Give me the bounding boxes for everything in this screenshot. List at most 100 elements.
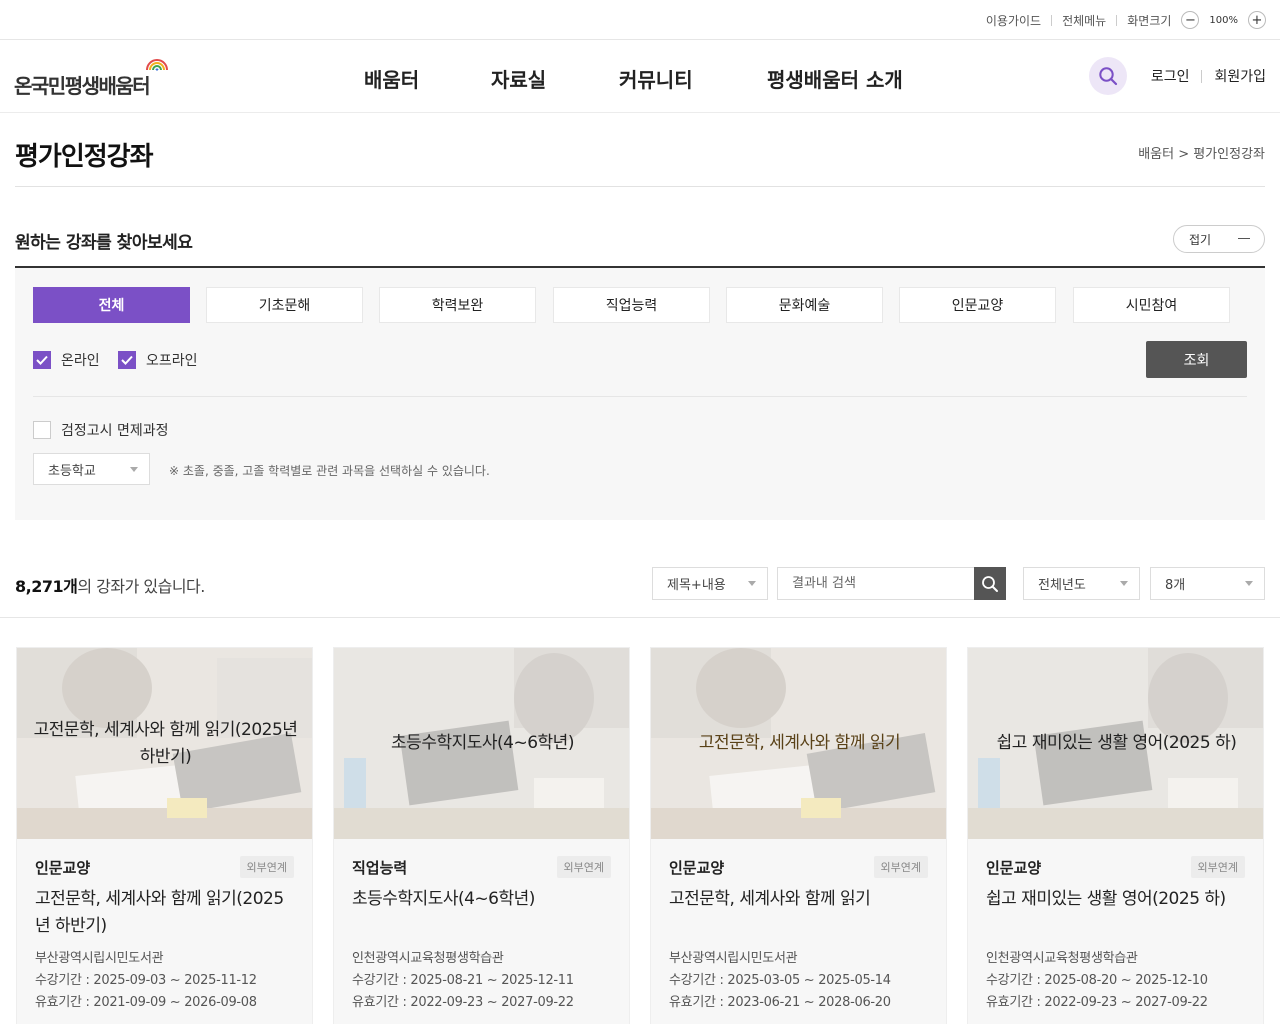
year-value: 전체년도 — [1038, 578, 1086, 593]
course-category: 인문교양 — [986, 859, 1042, 877]
tab-vocational[interactable]: 직업능력 — [553, 287, 710, 323]
course-title[interactable]: 고전문학, 세계사와 함께 읽기(2025년 하반기) — [35, 886, 292, 940]
checkbox-box[interactable] — [33, 351, 51, 369]
course-category: 직업능력 — [352, 859, 408, 877]
breadcrumb: 배움터 > 평가인정강좌 — [1138, 147, 1265, 162]
online-checkbox[interactable]: 온라인 — [33, 350, 100, 370]
per-page-select[interactable]: 8개 — [1150, 567, 1265, 600]
nav-item-community[interactable]: 커뮤니티 — [619, 64, 693, 93]
year-select[interactable]: 전체년도 — [1023, 567, 1140, 600]
guide-link[interactable]: 이용가이드 — [976, 12, 1051, 29]
zoom-out-button[interactable]: − — [1181, 11, 1200, 29]
tab-humanities[interactable]: 인문교양 — [899, 287, 1056, 323]
school-level-value: 초등학교 — [48, 463, 96, 479]
tab-culture-arts[interactable]: 문화예술 — [726, 287, 883, 323]
utility-links: 이용가이드 전체메뉴 화면크기 − 100% + — [976, 0, 1266, 40]
exam-exempt-label: 검정고시 면제과정 — [61, 423, 169, 439]
divider — [0, 617, 1280, 618]
signup-link[interactable]: 회원가입 — [1202, 66, 1266, 86]
nav-item-archive[interactable]: 자료실 — [491, 64, 546, 93]
course-title[interactable]: 쉽고 재미있는 생활 영어(2025 하) — [986, 886, 1243, 913]
course-card[interactable]: 초등수학지도사(4~6학년) 직업능력 외부연계 초등수학지도사(4~6학년) … — [333, 647, 630, 1024]
divider — [33, 396, 1247, 397]
header-search-button[interactable] — [1088, 57, 1127, 95]
external-badge: 외부연계 — [239, 856, 294, 878]
login-link[interactable]: 로그인 — [1139, 66, 1202, 86]
caret-down-icon — [130, 467, 138, 472]
course-thumbnail: 고전문학, 세계사와 함께 읽기 — [651, 648, 946, 839]
site-logo[interactable]: 온국민평생배움터 — [14, 56, 174, 98]
course-category: 인문교양 — [669, 859, 725, 877]
offline-checkbox[interactable]: 오프라인 — [118, 350, 198, 370]
collapse-button[interactable]: 접기 — [1173, 225, 1265, 253]
filter-search-button[interactable]: 조회 — [1146, 341, 1247, 378]
filter-panel: 전체 기초문해 학력보완 직업능력 문화예술 인문교양 시민참여 온라인 오프라… — [15, 266, 1265, 520]
course-card[interactable]: 쉽고 재미있는 생활 영어(2025 하) 인문교양 외부연계 쉽고 재미있는 … — [967, 647, 1264, 1024]
online-label: 온라인 — [61, 353, 100, 369]
zoom-level: 100% — [1209, 14, 1238, 26]
tab-civic[interactable]: 시민참여 — [1073, 287, 1230, 323]
nav-item-about[interactable]: 평생배움터 소개 — [767, 64, 903, 93]
thumbnail-title: 고전문학, 세계사와 함께 읽기 — [698, 733, 901, 754]
search-scope-select[interactable]: 제목+내용 — [652, 567, 768, 600]
rainbow-logo-icon — [146, 59, 168, 71]
course-card[interactable]: 고전문학, 세계사와 함께 읽기(2025년 하반기) 인문교양 외부연계 고전… — [16, 647, 313, 1024]
result-search-button[interactable] — [974, 567, 1006, 600]
tab-basic-literacy[interactable]: 기초문해 — [206, 287, 363, 323]
course-period: 수강기간 : 2025-03-05 ~ 2025-05-14 — [669, 973, 891, 988]
tab-academic[interactable]: 학력보완 — [379, 287, 536, 323]
caret-down-icon — [1120, 581, 1128, 586]
school-level-hint: ※ 초졸, 중졸, 고졸 학력별로 관련 과목을 선택하실 수 있습니다. — [169, 464, 490, 478]
checkbox-box[interactable] — [118, 351, 136, 369]
course-card[interactable]: 고전문학, 세계사와 함께 읽기 인문교양 외부연계 고전문학, 세계사와 함께… — [650, 647, 947, 1024]
minus-icon — [1238, 238, 1250, 239]
thumbnail-title: 초등수학지도사(4~6학년) — [391, 733, 574, 754]
course-title[interactable]: 고전문학, 세계사와 함께 읽기 — [669, 886, 926, 913]
result-search-input[interactable] — [777, 567, 975, 600]
result-count: 8,271개의 강좌가 있습니다. — [15, 573, 205, 597]
external-badge: 외부연계 — [556, 856, 611, 878]
course-thumbnail: 쉽고 재미있는 생활 영어(2025 하) — [968, 648, 1263, 839]
caret-down-icon — [1245, 581, 1253, 586]
course-thumbnail: 초등수학지도사(4~6학년) — [334, 648, 629, 839]
school-level-select[interactable]: 초등학교 — [33, 453, 150, 485]
utility-bar: 이용가이드 전체메뉴 화면크기 − 100% + — [0, 0, 1280, 40]
course-validity: 유효기간 : 2023-06-21 ~ 2028-06-20 — [669, 995, 891, 1010]
external-badge: 외부연계 — [1190, 856, 1245, 878]
check-icon — [121, 355, 133, 365]
checkbox-box[interactable] — [33, 421, 51, 439]
divider — [15, 186, 1265, 187]
logo-text: 온국민평생배움터 — [14, 74, 151, 98]
external-badge: 외부연계 — [873, 856, 928, 878]
course-validity: 유효기간 : 2022-09-23 ~ 2027-09-22 — [986, 995, 1208, 1010]
course-organization: 부산광역시립시민도서관 — [669, 951, 798, 966]
course-period: 수강기간 : 2025-09-03 ~ 2025-11-12 — [35, 973, 257, 988]
course-thumbnail: 고전문학, 세계사와 함께 읽기(2025년 하반기) — [17, 648, 312, 839]
filter-title: 원하는 강좌를 찾아보세요 — [15, 233, 193, 253]
collapse-label: 접기 — [1189, 232, 1212, 247]
header-actions: 로그인 회원가입 — [1088, 56, 1266, 96]
course-title[interactable]: 초등수학지도사(4~6학년) — [352, 886, 609, 913]
tab-all[interactable]: 전체 — [33, 287, 190, 323]
course-organization: 인천광역시교육청평생학습관 — [352, 951, 504, 966]
exam-exempt-checkbox[interactable]: 검정고시 면제과정 — [33, 420, 169, 440]
offline-label: 오프라인 — [146, 353, 198, 369]
course-validity: 유효기간 : 2022-09-23 ~ 2027-09-22 — [352, 995, 574, 1010]
page-title: 평가인정강좌 — [15, 142, 154, 172]
thumbnail-title: 고전문학, 세계사와 함께 읽기(2025년 하반기) — [33, 720, 298, 767]
zoom-in-button[interactable]: + — [1248, 11, 1266, 29]
all-menu-link[interactable]: 전체메뉴 — [1052, 12, 1116, 29]
per-page-value: 8개 — [1165, 578, 1186, 593]
course-organization: 인천광역시교육청평생학습관 — [986, 951, 1138, 966]
nav-item-learning[interactable]: 배움터 — [364, 64, 419, 93]
site-header: 온국민평생배움터 배움터 자료실 커뮤니티 평생배움터 소개 로그인 회원가입 — [0, 40, 1280, 113]
result-count-suffix: 의 강좌가 있습니다. — [77, 577, 205, 596]
course-organization: 부산광역시립시민도서관 — [35, 951, 164, 966]
check-icon — [36, 355, 48, 365]
result-count-number: 8,271개 — [15, 577, 78, 596]
course-category: 인문교양 — [35, 859, 91, 877]
caret-down-icon — [748, 581, 756, 586]
course-validity: 유효기간 : 2021-09-09 ~ 2026-09-08 — [35, 995, 257, 1010]
screen-size-label: 화면크기 — [1127, 13, 1172, 28]
thumbnail-title: 쉽고 재미있는 생활 영어(2025 하) — [996, 733, 1237, 754]
